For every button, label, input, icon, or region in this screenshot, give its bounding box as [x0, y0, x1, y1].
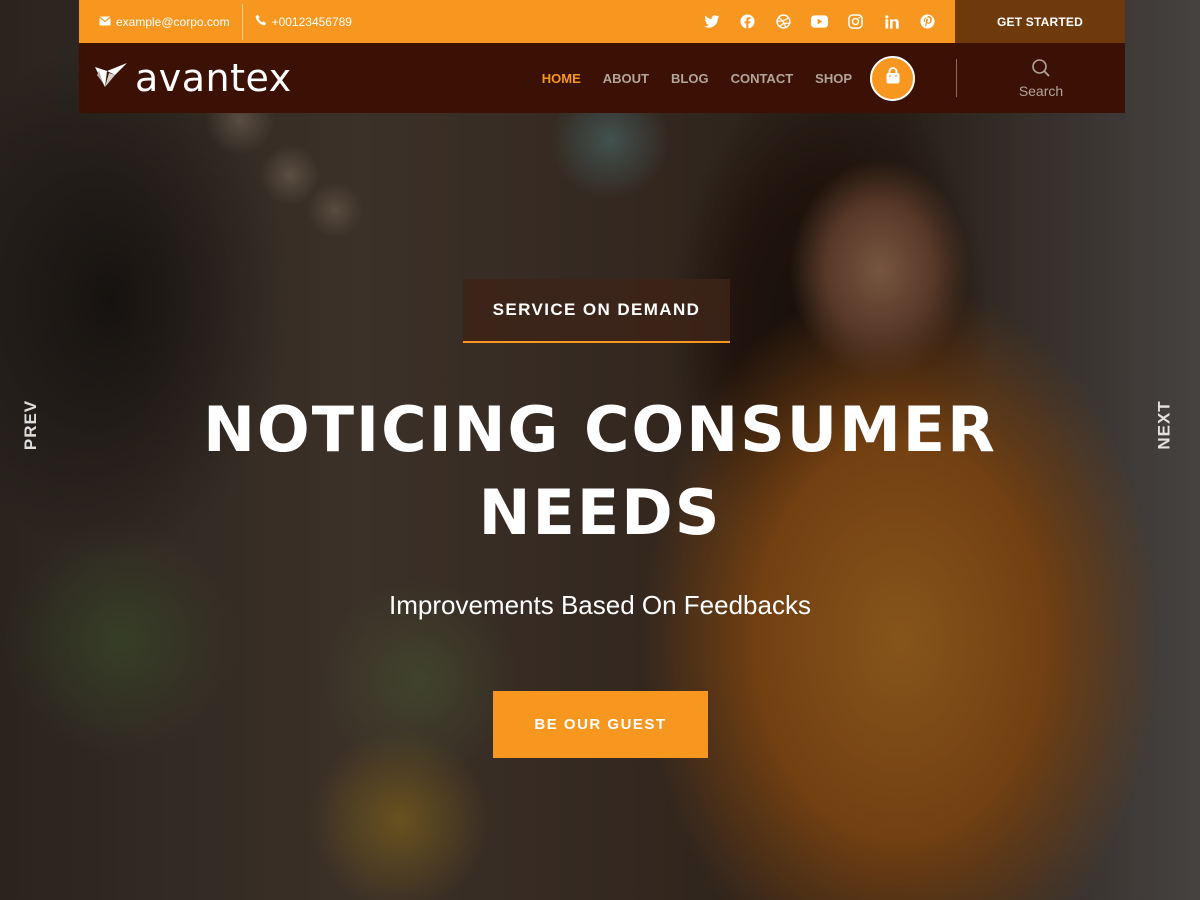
prev-label: PREV	[21, 399, 41, 451]
bird-logo-icon	[93, 61, 129, 96]
hero-tag: SERVICE ON DEMAND	[463, 279, 730, 343]
nav-contact[interactable]: CONTACT	[731, 71, 794, 86]
main-navigation: avantex HOME ABOUT BLOG CONTACT SHOP Sea…	[79, 43, 1125, 113]
top-bar: example@corpo.com +00123456789 GET START…	[79, 0, 1125, 43]
nav-links: HOME ABOUT BLOG CONTACT SHOP	[542, 71, 852, 86]
email-text: example@corpo.com	[116, 14, 230, 29]
cart-button[interactable]	[870, 55, 915, 101]
search-label: Search	[1018, 82, 1064, 99]
next-label: NEXT	[1155, 400, 1174, 450]
search-button[interactable]: Search	[957, 58, 1125, 99]
envelope-icon	[99, 15, 111, 29]
dribbble-icon[interactable]	[774, 12, 793, 31]
facebook-icon[interactable]	[738, 12, 757, 31]
shopping-bag-icon	[884, 66, 902, 90]
social-links	[702, 12, 937, 31]
slider-next-button[interactable]: NEXT	[1143, 400, 1187, 450]
nav-about[interactable]: ABOUT	[603, 71, 649, 86]
phone-text: +00123456789	[271, 14, 352, 29]
get-started-button[interactable]: GET STARTED	[955, 0, 1125, 43]
hero-subheadline: Improvements Based On Feedbacks	[389, 590, 811, 620]
search-icon	[1031, 58, 1051, 81]
contact-divider	[241, 3, 243, 40]
slider-prev-button[interactable]: PREV	[9, 400, 53, 450]
hero-headline-line1: NOTICING CONSUMER	[203, 393, 997, 466]
logo-text: avantex	[135, 56, 292, 100]
nav-shop[interactable]: SHOP	[815, 71, 852, 86]
nav-home[interactable]: HOME	[542, 71, 581, 86]
twitter-icon[interactable]	[702, 12, 721, 31]
contact-info: example@corpo.com +00123456789	[79, 0, 352, 43]
phone-icon	[255, 14, 267, 29]
youtube-icon[interactable]	[810, 12, 829, 31]
linkedin-icon[interactable]	[882, 12, 901, 31]
email-link[interactable]: example@corpo.com	[99, 15, 230, 29]
be-our-guest-button[interactable]: BE OUR GUEST	[493, 691, 708, 758]
nav-blog[interactable]: BLOG	[671, 71, 709, 86]
hero-headline: NOTICING CONSUMER NEEDS	[100, 388, 1100, 554]
site-logo[interactable]: avantex	[93, 59, 292, 97]
pinterest-icon[interactable]	[918, 12, 937, 31]
hero-headline-line2: NEEDS	[478, 476, 722, 549]
phone-link[interactable]: +00123456789	[255, 14, 352, 29]
instagram-icon[interactable]	[846, 12, 865, 31]
